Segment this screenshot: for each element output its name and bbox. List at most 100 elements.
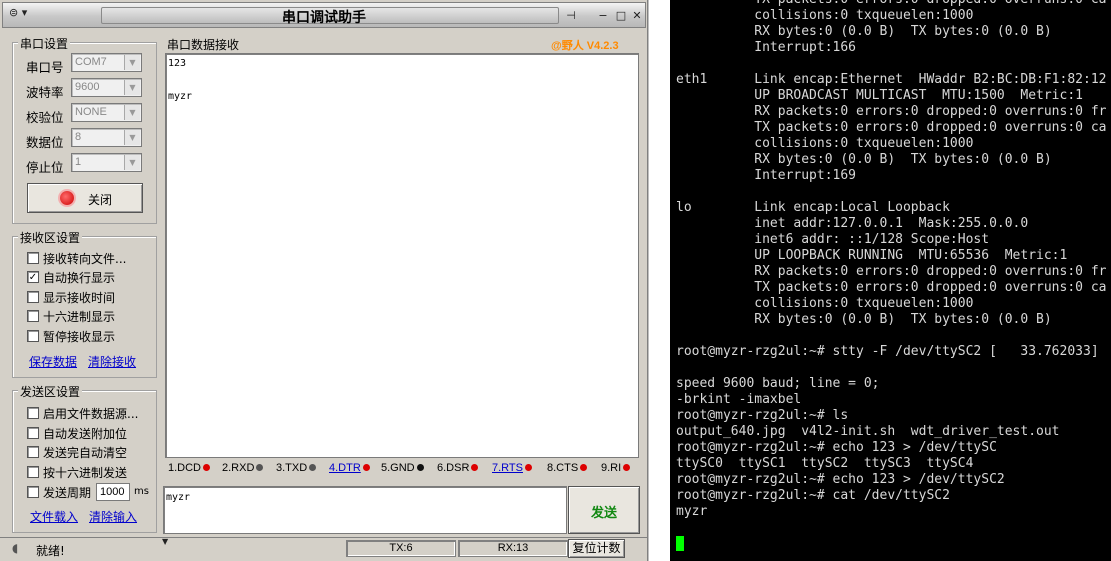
terminal-window[interactable]: TX packets:0 errors:0 dropped:0 overruns… <box>670 0 1111 561</box>
terminal-line: collisions:0 txqueuelen:1000 <box>676 136 974 151</box>
send-period-unit: ms <box>134 486 149 497</box>
chevron-down-icon: ▼ <box>124 80 140 95</box>
terminal-line: collisions:0 txqueuelen:1000 <box>676 8 974 23</box>
signal-cts: 8.CTS <box>547 462 588 474</box>
send-button-label: 发送 <box>591 506 618 521</box>
auto-wrap-checkbox[interactable]: ✓ <box>27 271 39 283</box>
recv-to-file-checkbox[interactable] <box>27 252 39 264</box>
recv-to-file-label: 接收转向文件... <box>43 252 127 266</box>
hex-send-label: 按十六进制发送 <box>43 466 128 480</box>
led-icon <box>471 464 479 471</box>
led-icon <box>203 464 211 471</box>
terminal-line: TX packets:0 errors:0 dropped:0 overruns… <box>676 280 1107 295</box>
receive-line: myzr <box>168 91 193 102</box>
hex-send-checkbox[interactable] <box>27 466 39 478</box>
send-button[interactable]: 发送 <box>568 486 640 534</box>
led-icon <box>309 464 317 471</box>
signal-rxd: 2.RXD <box>222 462 264 474</box>
terminal-output: TX packets:0 errors:0 dropped:0 overruns… <box>676 0 1106 520</box>
append-bits-label: 自动发送附加位 <box>43 427 128 441</box>
parity-label: 校验位 <box>26 110 64 125</box>
terminal-line: speed 9600 baud; line = 0; <box>676 376 880 391</box>
auto-clear-checkbox[interactable] <box>27 446 39 458</box>
pause-display-checkbox[interactable] <box>27 330 39 342</box>
port-select[interactable]: COM7 ▼ <box>71 53 142 72</box>
receive-settings-title: 接收区设置 <box>18 229 83 246</box>
minimize-icon[interactable]: − <box>595 9 611 23</box>
send-period-input[interactable]: 1000 <box>96 483 130 501</box>
close-icon[interactable]: ✕ <box>629 9 645 23</box>
terminal-line: root@myzr-rzg2ul:~# echo 123 > /dev/ttyS… <box>676 440 997 455</box>
led-icon <box>362 464 370 471</box>
maximize-icon[interactable]: □ <box>613 9 629 23</box>
stopbits-label: 停止位 <box>26 160 64 175</box>
terminal-line: -brkint -imaxbel <box>676 392 802 407</box>
chevron-down-icon: ▼ <box>124 130 140 145</box>
terminal-line: RX packets:0 errors:0 dropped:0 overruns… <box>676 264 1107 279</box>
terminal-line: lo Link encap:Local Loopback <box>676 200 950 215</box>
title-bar[interactable]: ⊜ ▾ 串口调试助手 ⊣ − □ ✕ <box>2 2 646 28</box>
close-port-label: 关闭 <box>88 193 113 207</box>
rx-counter: RX:13 <box>458 540 568 557</box>
pin-icon[interactable]: ⊣ <box>563 9 579 23</box>
terminal-line: RX bytes:0 (0.0 B) TX bytes:0 (0.0 B) <box>676 152 1052 167</box>
terminal-line: ttySC0 ttySC1 ttySC2 ttySC3 ttySC4 <box>676 456 974 471</box>
terminal-line: root@myzr-rzg2ul:~# cat /dev/ttySC2 <box>676 488 950 503</box>
terminal-line: RX bytes:0 (0.0 B) TX bytes:0 (0.0 B) <box>676 24 1052 39</box>
reset-count-button[interactable]: 复位计数 <box>568 539 625 558</box>
port-status-led-icon <box>60 191 74 205</box>
pause-display-label: 暂停接收显示 <box>43 330 116 344</box>
auto-wrap-label: 自动换行显示 <box>43 271 116 285</box>
chevron-down-icon: ▼ <box>124 105 140 120</box>
led-icon <box>580 464 588 471</box>
file-source-label: 启用文件数据源... <box>43 407 139 421</box>
window-divider <box>648 0 670 561</box>
show-time-checkbox[interactable] <box>27 291 39 303</box>
terminal-cursor <box>676 536 684 551</box>
save-data-link[interactable]: 保存数据 <box>29 353 77 370</box>
stopbits-select[interactable]: 1 ▼ <box>71 153 142 172</box>
signal-dcd: 1.DCD <box>168 462 211 474</box>
clear-receive-link[interactable]: 清除接收 <box>88 353 136 370</box>
databits-select[interactable]: 8 ▼ <box>71 128 142 147</box>
window-title: 串口调试助手 <box>282 10 366 26</box>
terminal-line: RX bytes:0 (0.0 B) TX bytes:0 (0.0 B) <box>676 312 1052 327</box>
parity-select[interactable]: NONE ▼ <box>71 103 142 122</box>
terminal-line: eth1 Link encap:Ethernet HWaddr B2:BC:DB… <box>676 72 1107 87</box>
led-icon <box>256 464 264 471</box>
led-icon <box>416 464 424 471</box>
terminal-line: collisions:0 txqueuelen:1000 <box>676 296 974 311</box>
load-file-link[interactable]: 文件载入 <box>30 508 78 525</box>
send-period-checkbox[interactable] <box>27 486 39 498</box>
signal-dtr[interactable]: 4.DTR <box>329 462 370 474</box>
signal-ri: 9.RI <box>601 462 631 474</box>
databits-label: 数据位 <box>26 135 64 150</box>
clear-input-link[interactable]: 清除输入 <box>89 508 137 525</box>
send-text: myzr <box>166 492 191 503</box>
send-textarea[interactable]: myzr <box>163 486 567 534</box>
status-text: 就绪! <box>36 544 65 558</box>
file-source-checkbox[interactable] <box>27 407 39 419</box>
receive-textarea[interactable]: 123 myzr <box>165 53 639 458</box>
signal-dsr: 6.DSR <box>437 462 479 474</box>
terminal-line: output_640.jpg v4l2-init.sh wdt_driver_t… <box>676 424 1060 439</box>
show-time-label: 显示接收时间 <box>43 291 116 305</box>
baud-select[interactable]: 9600 ▼ <box>71 78 142 97</box>
signal-txd: 3.TXD <box>276 462 317 474</box>
baud-label: 波特率 <box>26 85 64 100</box>
append-bits-checkbox[interactable] <box>27 427 39 439</box>
terminal-line: Interrupt:169 <box>676 168 857 183</box>
serial-assistant-window: ⊜ ▾ 串口调试助手 ⊣ − □ ✕ 串口设置 串口号 COM7 ▼ 波特率 96… <box>0 0 648 561</box>
terminal-line: inet addr:127.0.0.1 Mask:255.0.0.0 <box>676 216 1029 231</box>
hex-display-checkbox[interactable] <box>27 310 39 322</box>
terminal-line: root@myzr-rzg2ul:~# stty -F /dev/ttySC2 … <box>676 344 1099 359</box>
tx-counter: TX:6 <box>346 540 456 557</box>
receive-area-title: 串口数据接收 <box>167 36 240 53</box>
signal-rts[interactable]: 7.RTS <box>492 462 532 474</box>
auto-clear-label: 发送完自动清空 <box>43 446 128 460</box>
status-dropdown-icon[interactable]: ▼ <box>162 537 168 546</box>
close-port-button[interactable]: 关闭 <box>27 183 143 213</box>
